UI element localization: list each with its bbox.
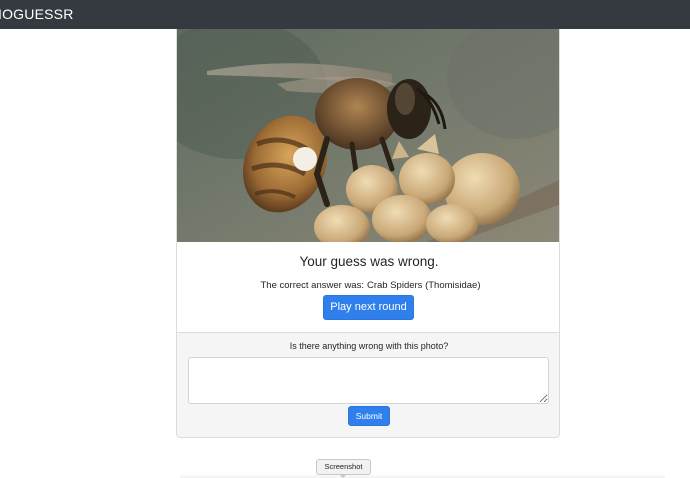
brand-logo-text[interactable]: IOGUESSR bbox=[0, 6, 74, 22]
correct-answer-text: The correct answer was: Crab Spiders (Tho… bbox=[177, 280, 559, 291]
report-textarea[interactable] bbox=[188, 357, 549, 404]
tooltip-caret-icon bbox=[339, 474, 347, 478]
navbar: IOGUESSR bbox=[0, 0, 690, 29]
game-card: Your guess was wrong. The correct answer… bbox=[176, 29, 560, 438]
answer-prefix: The correct answer was: bbox=[260, 280, 364, 291]
play-next-round-button[interactable]: Play next round bbox=[323, 295, 414, 320]
answer-value: Crab Spiders (Thomisidae) bbox=[366, 280, 481, 291]
screenshot-tooltip: Screenshot bbox=[316, 459, 371, 475]
result-title: Your guess was wrong. bbox=[299, 254, 439, 269]
bottom-shadow bbox=[180, 474, 665, 478]
report-question: Is there anything wrong with this photo? bbox=[289, 341, 449, 351]
result-panel: Your guess was wrong. The correct answer… bbox=[177, 242, 559, 332]
submit-button[interactable]: Submit bbox=[348, 406, 390, 426]
species-photo bbox=[177, 29, 559, 242]
report-panel: Is there anything wrong with this photo?… bbox=[177, 332, 559, 437]
